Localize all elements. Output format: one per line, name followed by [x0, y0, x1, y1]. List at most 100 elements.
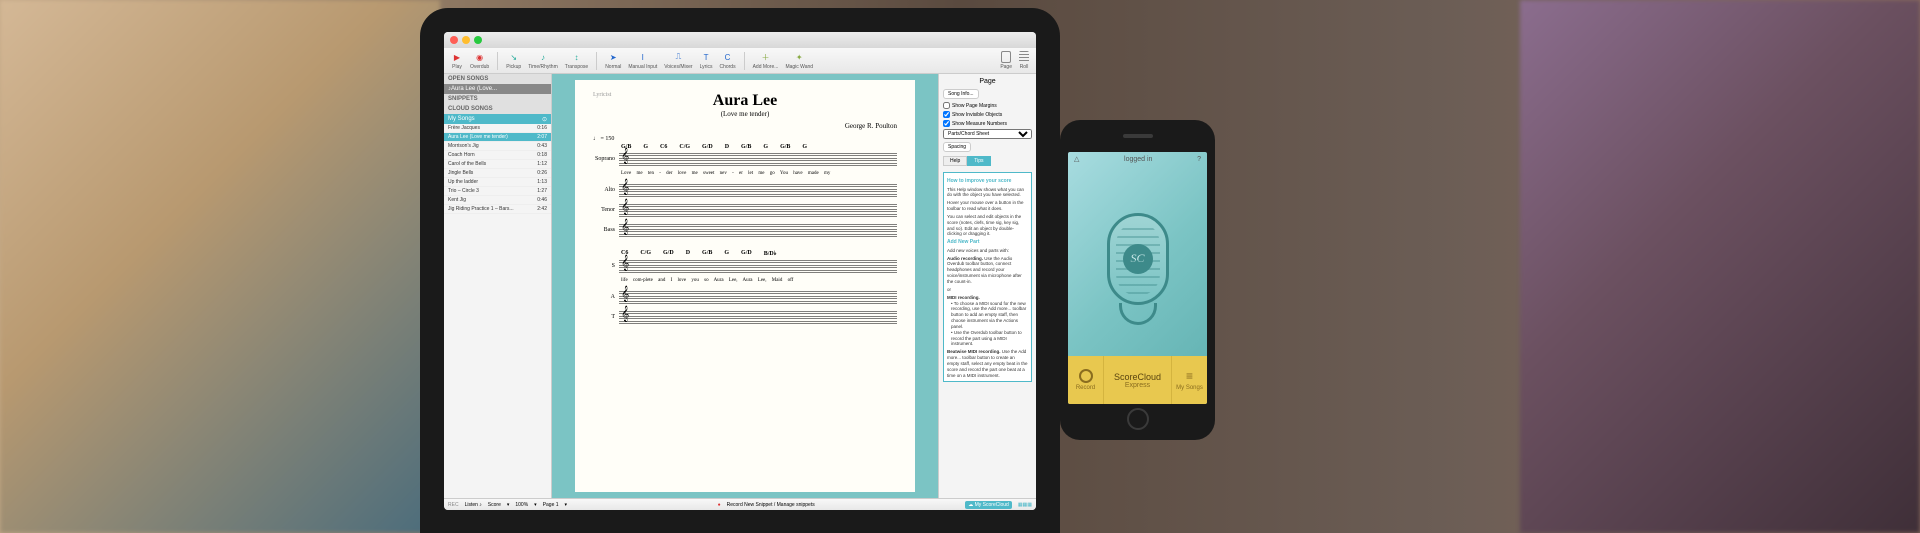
magic-wand-button[interactable]: ✦Magic Wand: [782, 50, 816, 71]
list-item[interactable]: Aura Lee (Love me tender)2:07: [444, 133, 551, 142]
phone-frame: △ logged in ? SC Record ScoreCloud Expre…: [1060, 120, 1215, 440]
show-margins-check[interactable]: Show Page Margins: [943, 102, 1032, 109]
staff-tenor-2[interactable]: T: [593, 309, 897, 325]
chords-button[interactable]: CChords: [716, 50, 738, 71]
open-song-label: Aura Lee (Love...: [451, 86, 497, 92]
sidebar-right: Page Song Info... Show Page Margins Show…: [938, 74, 1036, 498]
list-item[interactable]: Jingle Bells0:26: [444, 169, 551, 178]
staff-alto-2[interactable]: A: [593, 289, 897, 305]
pickup-button[interactable]: ↘Pickup: [503, 50, 524, 71]
tempo-marking: ♩ = 150: [593, 136, 897, 142]
score-mode[interactable]: Score: [488, 502, 501, 508]
lyric-row: Love me ten - der love me sweet nev - er…: [621, 171, 897, 176]
overdub-button[interactable]: ◉Overdub: [467, 50, 492, 71]
list-item[interactable]: Jig Riding Practice 1 – Bars...2:42: [444, 205, 551, 214]
tips-text: Add new voices and parts with:: [947, 248, 1028, 254]
sidebar-left: OPEN SONGS ♪ Aura Lee (Love... SNIPPETS …: [444, 74, 552, 498]
record-icon: [1079, 369, 1093, 383]
song-info-button[interactable]: Song Info...: [943, 89, 979, 99]
app-title: ScoreCloud Express: [1104, 356, 1171, 404]
record-snippet-link[interactable]: Record New Snippet / Manage snippets: [727, 502, 815, 508]
tips-panel: How to improve your score This Help wind…: [943, 172, 1032, 382]
score-title: Aura Lee: [593, 92, 897, 110]
statusbar: REC Listen ♪ Score ▾ 100% ▾ Page 1 ▾ ● R…: [444, 498, 1036, 510]
help-icon[interactable]: ?: [1197, 156, 1201, 163]
phone-screen: △ logged in ? SC Record ScoreCloud Expre…: [1068, 152, 1207, 404]
phone-speaker: [1123, 134, 1153, 138]
transpose-button[interactable]: ↕Transpose: [562, 50, 591, 71]
home-button[interactable]: [1127, 408, 1149, 430]
add-more-button[interactable]: ＋Add More...: [750, 50, 782, 71]
snippets-header: SNIPPETS: [444, 94, 551, 104]
help-tab[interactable]: Help: [943, 156, 967, 166]
staff-tenor[interactable]: Tenor: [593, 202, 897, 218]
time-rhythm-button[interactable]: ♪Time/Rhythm: [525, 50, 561, 71]
toolbar: ▶Play ◉Overdub ↘Pickup ♪Time/Rhythm ↕Tra…: [444, 48, 1036, 74]
tips-text: This Help window shows what you can do w…: [947, 187, 1028, 199]
parts-chord-select[interactable]: Parts/Chord Sheet: [943, 129, 1032, 139]
rec-indicator[interactable]: REC: [448, 502, 459, 508]
score-scroll[interactable]: Lyricist Aura Lee (Love me tender) Georg…: [552, 74, 938, 498]
staff-soprano-2[interactable]: S: [593, 258, 897, 274]
list-item[interactable]: Frère Jacques0:16: [444, 124, 551, 133]
score-page: Lyricist Aura Lee (Love me tender) Georg…: [575, 80, 915, 492]
staff-bass[interactable]: Bass: [593, 222, 897, 238]
metronome-icon[interactable]: △: [1074, 155, 1079, 163]
list-item[interactable]: Carol of the Bells1:12: [444, 160, 551, 169]
tips-text: Hover your mouse over a button in the to…: [947, 200, 1028, 212]
scorecloud-badge[interactable]: ☁ My ScoreCloud: [965, 501, 1012, 509]
list-item[interactable]: Coach Horn0:18: [444, 151, 551, 160]
lyric-row: life com-plete and I love you so Aura Le…: [621, 278, 897, 283]
laptop-frame: ▶Play ◉Overdub ↘Pickup ♪Time/Rhythm ↕Tra…: [420, 8, 1060, 533]
zoom-icon[interactable]: [474, 36, 482, 44]
cloud-songs-header: CLOUD SONGS: [444, 104, 551, 114]
chord-row: C6C/GG/DDG/BGG/DB/D♭: [621, 250, 897, 257]
chord-row: G/BGC6C/GG/DDG/BGG/BG: [621, 144, 897, 150]
show-invisible-check[interactable]: Show Invisible Objects: [943, 111, 1032, 118]
normal-button[interactable]: ➤Normal: [602, 50, 624, 71]
staff-alto[interactable]: Alto: [593, 182, 897, 198]
tips-text: To choose a MIDI sound for the new recor…: [951, 301, 1026, 329]
right-panel-title: Page: [943, 78, 1032, 85]
tips-tab[interactable]: Tips: [967, 156, 990, 166]
close-icon[interactable]: [450, 36, 458, 44]
tips-text: You can select and edit objects in the s…: [947, 214, 1028, 237]
app-window: ▶Play ◉Overdub ↘Pickup ♪Time/Rhythm ↕Tra…: [444, 32, 1036, 510]
list-item[interactable]: Trio – Circle 31:27: [444, 187, 551, 196]
tips-text: or: [947, 287, 1028, 293]
zoom-level[interactable]: 100%: [515, 502, 528, 508]
logged-in-label: logged in: [1124, 156, 1152, 163]
social-icons[interactable]: ▦▦▦: [1018, 502, 1032, 508]
page-number[interactable]: Page 1: [543, 502, 559, 508]
list-item[interactable]: Kent Jig0:46: [444, 196, 551, 205]
page-view-button[interactable]: Page: [997, 50, 1015, 71]
roll-view-button[interactable]: Roll: [1016, 50, 1032, 71]
open-songs-header: OPEN SONGS: [444, 74, 551, 84]
dropdown-icon: ⊙: [542, 116, 547, 123]
menu-icon: ≡: [1186, 369, 1193, 383]
spacing-button[interactable]: Spacing: [943, 142, 971, 152]
manual-input-button[interactable]: IManual Input: [625, 50, 660, 71]
lyricist-label: Lyricist: [593, 92, 611, 98]
tips-heading: Add New Part: [947, 239, 1028, 246]
record-button[interactable]: Record: [1068, 356, 1104, 404]
show-measures-check[interactable]: Show Measure Numbers: [943, 120, 1032, 127]
tips-text: Use the Overdub toolbar button to record…: [951, 330, 1022, 347]
my-songs-button[interactable]: ≡ My Songs: [1171, 356, 1207, 404]
titlebar: [444, 32, 1036, 48]
listen-button[interactable]: Listen ♪: [465, 502, 482, 508]
app-logo-icon: SC: [1123, 244, 1153, 274]
staff-soprano[interactable]: Soprano: [593, 151, 897, 167]
open-song-tab[interactable]: ♪ Aura Lee (Love...: [444, 84, 551, 94]
tips-heading: How to improve your score: [947, 178, 1028, 185]
microphone-graphic[interactable]: SC: [1107, 213, 1169, 333]
lyrics-button[interactable]: TLyrics: [697, 50, 716, 71]
list-item[interactable]: Morrison's Jig0:43: [444, 142, 551, 151]
my-songs-section[interactable]: My Songs ⊙: [444, 114, 551, 124]
score-subtitle: (Love me tender): [593, 110, 897, 118]
voices-mixer-button[interactable]: ⎍Voices/Mixer: [661, 50, 695, 71]
composer-label: George R. Poulton: [593, 122, 897, 130]
minimize-icon[interactable]: [462, 36, 470, 44]
list-item[interactable]: Up the ladder1:13: [444, 178, 551, 187]
play-button[interactable]: ▶Play: [448, 50, 466, 71]
